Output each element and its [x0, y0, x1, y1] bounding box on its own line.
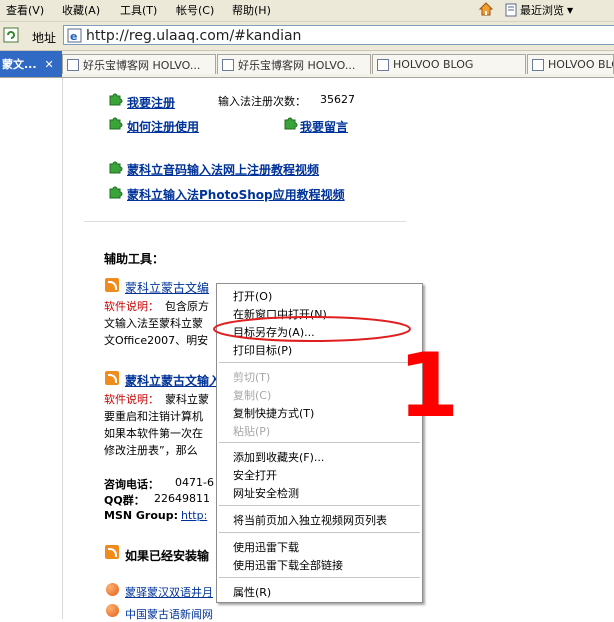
phone-number: 0471-6: [175, 476, 214, 489]
bullet-ball-icon: [106, 583, 119, 596]
puzzle-icon: [109, 186, 123, 199]
close-icon[interactable]: ✕: [45, 58, 54, 71]
menu-item-safe-open[interactable]: 安全打开: [233, 467, 277, 483]
tab-holvoo-1[interactable]: 好乐宝博客网 HOLVO...: [62, 54, 216, 74]
tool1-desc-line1: 包含原方: [165, 300, 209, 313]
menu-separator: [219, 505, 420, 506]
page-icon: [505, 3, 517, 17]
video-register-link[interactable]: 蒙科立音码输入法网上注册教程视频: [127, 161, 319, 178]
step-number-annotation: 1: [398, 334, 460, 437]
menu-separator: [219, 577, 420, 578]
menu-help[interactable]: 帮助(H): [232, 2, 271, 18]
tool2-desc-line2: 要重启和注销计算机: [104, 410, 203, 423]
tab-label: HOLVOO BLO: [548, 58, 614, 71]
tool2-desc-line4: 修改注册表”，那么: [104, 444, 198, 457]
video-photoshop-link[interactable]: 蒙科立输入法PhotoShop应用教程视频: [127, 186, 345, 203]
tab-holvoo-blog-1[interactable]: HOLVOO BLOG: [372, 54, 526, 74]
tool1-desc-line2: 文输入法至蒙科立蒙: [104, 317, 203, 330]
tab-bar: 好乐宝博客网 HOLVO... 好乐宝博客网 HOLVO... HOLVOO B…: [0, 51, 614, 78]
menu-item-open[interactable]: 打开(O): [233, 288, 272, 304]
menu-separator: [219, 532, 420, 533]
bullet-ball-icon: [106, 604, 119, 617]
menu-tools[interactable]: 工具(T): [120, 2, 157, 18]
tool2-desc-label: 软件说明：: [104, 393, 159, 406]
rss-icon: [105, 278, 119, 292]
menu-item-add-favorites[interactable]: 添加到收藏夹(F)...: [233, 449, 324, 465]
tab-active[interactable]: 蒙文... ✕: [0, 51, 62, 77]
address-url: http://reg.ulaaq.com/#kandian: [86, 28, 302, 44]
menu-item-paste: 粘贴(P): [233, 425, 271, 438]
qq-label: QQ群：: [104, 494, 145, 507]
puzzle-icon: [109, 161, 123, 174]
svg-text:e: e: [70, 30, 77, 43]
address-label: 地址: [32, 31, 57, 45]
menu-item-properties[interactable]: 属性(R): [233, 584, 271, 600]
home-icon[interactable]: [478, 1, 494, 17]
rss-icon: [105, 545, 119, 559]
menu-item-add-video-list[interactable]: 将当前页加入独立视频网页列表: [233, 512, 387, 528]
puzzle-icon: [284, 117, 298, 130]
puzzle-icon: [109, 93, 123, 106]
menu-item-url-check[interactable]: 网址安全检测: [233, 485, 299, 501]
register-count: 35627: [320, 93, 355, 106]
menu-bar: 查看(V) 收藏(A) 工具(T) 帐号(C) 帮助(H) 最近浏览 ▼: [0, 0, 614, 22]
page-icon: [377, 58, 389, 71]
tab-label: HOLVOO BLOG: [393, 58, 474, 71]
register-count-label: 输入法注册次数：: [218, 95, 306, 108]
page-e-icon: e: [67, 28, 82, 43]
dropdown-arrow-icon: ▼: [567, 5, 574, 15]
rss-icon: [105, 371, 119, 385]
tab-label: 好乐宝博客网 HOLVO...: [83, 58, 201, 72]
menu-item-print-target[interactable]: 打印目标(P): [233, 342, 292, 358]
menu-separator: [219, 442, 420, 443]
menu-favorites[interactable]: 收藏(A): [62, 2, 100, 18]
qq-number: 22649811: [154, 492, 210, 505]
msn-link[interactable]: http:: [181, 509, 207, 522]
installed-heading: 如果已经安装输: [125, 549, 210, 563]
refresh-icon[interactable]: [3, 27, 19, 43]
recent-browse-button[interactable]: 最近浏览 ▼: [505, 1, 573, 19]
tool1-desc-label: 软件说明：: [104, 300, 159, 313]
divider: [84, 221, 406, 222]
tab-holvoo-2[interactable]: 好乐宝博客网 HOLVO...: [217, 54, 371, 74]
tool1-link[interactable]: 蒙科立蒙古文编: [125, 279, 209, 296]
menu-item-thunder-download-all[interactable]: 使用迅雷下载全部链接: [233, 557, 343, 573]
tool2-desc-line1: 蒙科立蒙: [165, 393, 209, 406]
tab-holvoo-blog-2[interactable]: HOLVOO BLO: [527, 54, 614, 74]
menu-item-cut: 剪切(T): [233, 371, 271, 384]
puzzle-icon: [109, 117, 123, 130]
menu-item-thunder-download[interactable]: 使用迅雷下载: [233, 539, 299, 555]
address-bar: 地址 e http://reg.ulaaq.com/#kandian: [0, 22, 614, 51]
menu-account[interactable]: 帐号(C): [176, 2, 214, 18]
leave-message-link[interactable]: 我要留言: [300, 118, 354, 135]
howto-link[interactable]: 如何注册使用: [127, 118, 199, 135]
menu-item-copy-shortcut[interactable]: 复制快捷方式(T): [233, 405, 314, 421]
bottom-link-2[interactable]: 中国蒙古语新闻网: [125, 606, 213, 622]
highlight-ellipse: [213, 316, 411, 342]
address-input[interactable]: e http://reg.ulaaq.com/#kandian: [63, 25, 614, 45]
tool2-desc-line3: 如果本软件第一次在: [104, 427, 203, 440]
tool1-desc-line3: 文Office2007、明安: [104, 334, 209, 347]
menu-item-copy: 复制(C): [233, 389, 272, 402]
phone-label: 咨询电话：: [104, 478, 159, 491]
bottom-link-1[interactable]: 蒙驿蒙汉双语井月: [125, 584, 213, 600]
tab-label: 蒙文...: [2, 58, 37, 71]
page-icon: [67, 58, 79, 71]
msn-label: MSN Group:: [104, 509, 179, 522]
page-icon: [222, 58, 234, 71]
recent-browse-label: 最近浏览: [520, 4, 564, 17]
page-icon: [532, 58, 544, 71]
menu-view[interactable]: 查看(V): [6, 2, 44, 18]
tools-heading: 辅助工具：: [104, 252, 165, 266]
tab-label: 好乐宝博客网 HOLVO...: [238, 58, 356, 72]
menu-separator: [219, 362, 420, 363]
tool2-link[interactable]: 蒙科立蒙古文输入: [125, 372, 221, 389]
left-gutter: [0, 78, 63, 619]
register-link[interactable]: 我要注册: [127, 94, 175, 111]
